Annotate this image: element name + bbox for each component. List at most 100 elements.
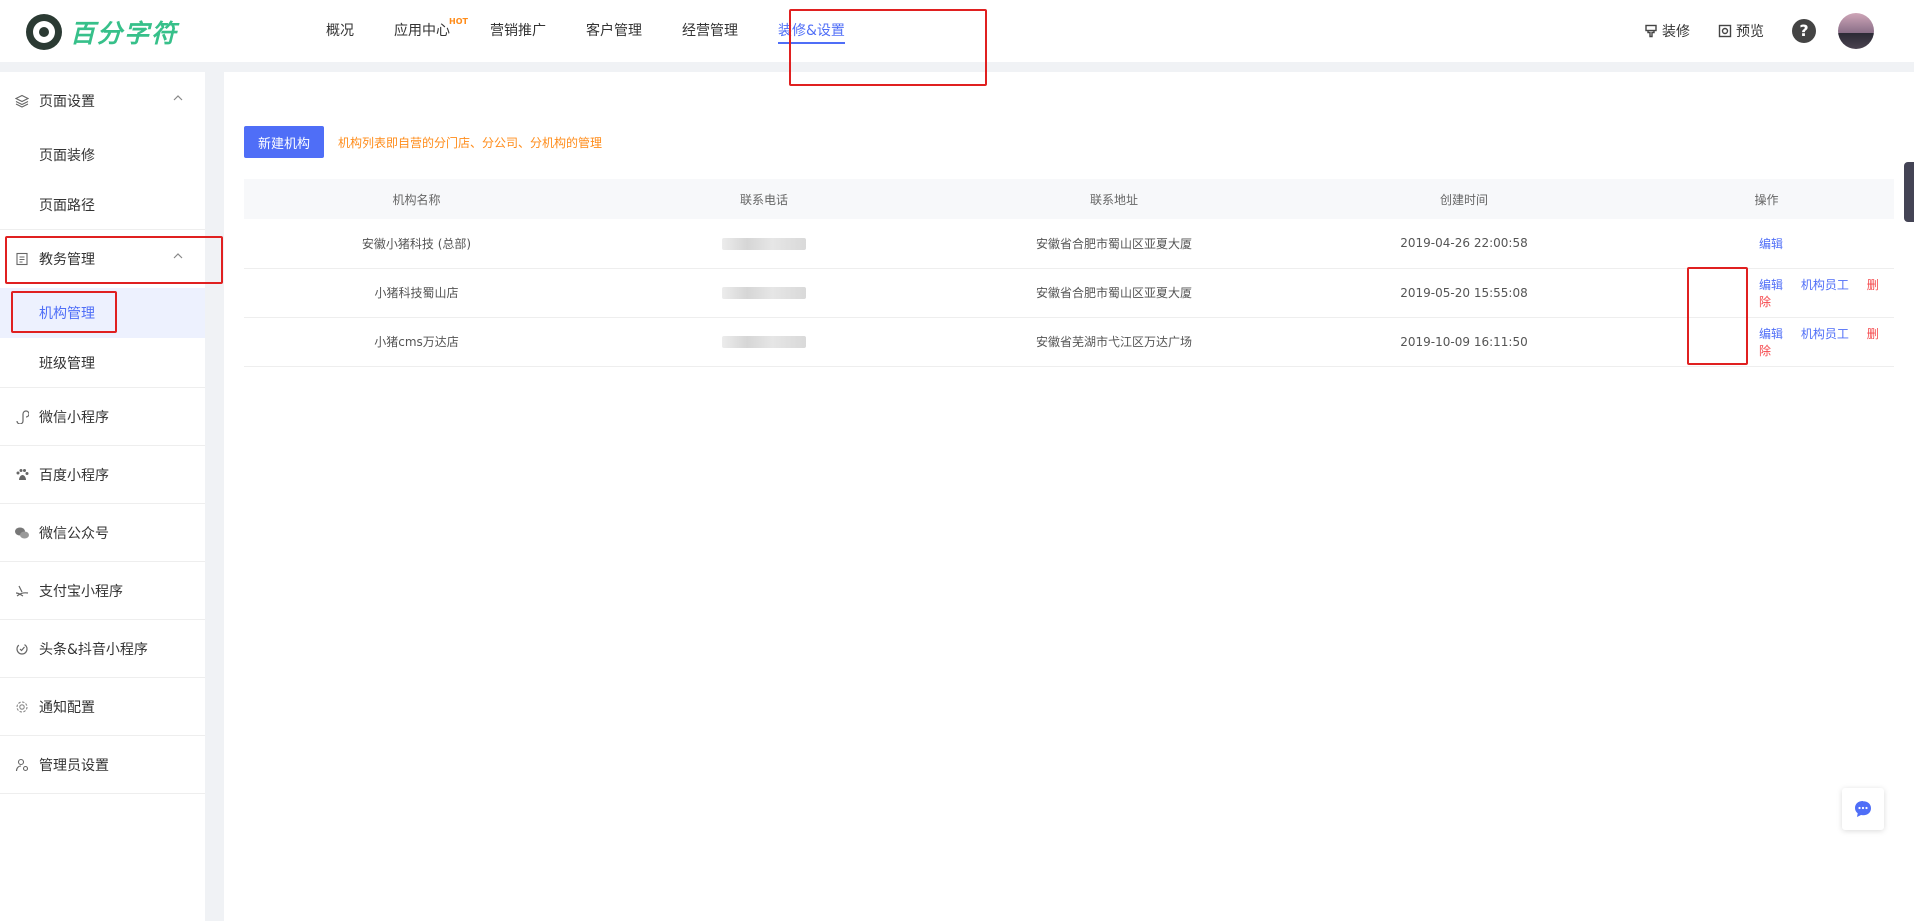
chevron-up-icon: [173, 253, 183, 259]
top-bar: 百分字符 概况 应用中心 HOT 营销推广 客户管理 经营管理 装修&设置 装修 …: [0, 0, 1914, 62]
document-icon: [14, 251, 30, 267]
nav-app-center[interactable]: 应用中心 HOT: [394, 0, 468, 62]
sidebar-item-class-management[interactable]: 班级管理: [0, 338, 205, 388]
edit-link[interactable]: 编辑: [1759, 278, 1783, 292]
cell-phone: [589, 268, 939, 318]
sidebar-group-baidu-miniprogram[interactable]: 百度小程序: [0, 446, 205, 504]
sidebar-group-label: 微信小程序: [39, 409, 109, 426]
cell-actions: 编辑: [1639, 219, 1894, 269]
chat-button[interactable]: [1842, 788, 1884, 830]
main-content: 新建机构 机构列表即自营的分门店、分公司、分机构的管理 机构名称 联系电话 联系…: [224, 72, 1914, 921]
cell-created: 2019-05-20 15:55:08: [1289, 268, 1639, 318]
redacted-phone: [722, 237, 806, 250]
nav-overview[interactable]: 概况: [326, 0, 354, 62]
wechat-icon: [14, 525, 30, 541]
sidebar-group-page-settings[interactable]: 页面设置: [0, 72, 205, 130]
nav-label: 经营管理: [682, 23, 738, 39]
cell-name: 安徽小猪科技 (总部): [244, 219, 589, 269]
sidebar-group-label: 头条&抖音小程序: [39, 641, 148, 658]
col-address: 联系地址: [939, 179, 1289, 219]
col-phone: 联系电话: [589, 179, 939, 219]
layers-icon: [14, 93, 30, 109]
logo[interactable]: 百分字符: [26, 14, 178, 50]
sidebar-item-label: 页面路径: [39, 197, 95, 214]
sidebar-group-label: 百度小程序: [39, 467, 109, 484]
sidebar-item-page-path[interactable]: 页面路径: [0, 180, 205, 230]
preview-icon: [1718, 24, 1732, 38]
alipay-icon: [14, 583, 30, 599]
sidebar-group-toutiao-douyin[interactable]: 头条&抖音小程序: [0, 620, 205, 678]
cell-address: 安徽省合肥市蜀山区亚夏大厦: [939, 219, 1289, 269]
cell-actions: 编辑 机构员工 删除: [1639, 268, 1894, 318]
cell-created: 2019-10-09 16:11:50: [1289, 317, 1639, 367]
sidebar-group-wechat-miniprogram[interactable]: 微信小程序: [0, 388, 205, 446]
edit-link[interactable]: 编辑: [1759, 327, 1783, 341]
sidebar-group-label: 支付宝小程序: [39, 583, 123, 600]
edit-link[interactable]: 编辑: [1759, 237, 1783, 251]
nav-label: 概况: [326, 23, 354, 39]
sidebar-item-label: 页面装修: [39, 148, 95, 164]
new-institution-button[interactable]: 新建机构: [244, 126, 324, 158]
cell-actions: 编辑 机构员工 删除: [1639, 317, 1894, 367]
decorate-link[interactable]: 装修: [1644, 21, 1690, 41]
col-created: 创建时间: [1289, 179, 1639, 219]
cell-address: 安徽省芜湖市弋江区万达广场: [939, 317, 1289, 367]
staff-link[interactable]: 机构员工: [1801, 327, 1849, 341]
help-icon[interactable]: ?: [1792, 19, 1816, 43]
nav-marketing[interactable]: 营销推广: [490, 0, 546, 62]
nav-label: 营销推广: [490, 23, 546, 39]
miniprogram-icon: [14, 409, 30, 425]
table-row: 安徽小猪科技 (总部) 安徽省合肥市蜀山区亚夏大厦 2019-04-26 22:…: [244, 219, 1894, 269]
logo-icon: [26, 14, 62, 50]
sidebar-group-label: 通知配置: [39, 699, 95, 716]
sidebar-group-label: 微信公众号: [39, 525, 109, 542]
staff-link[interactable]: 机构员工: [1801, 278, 1849, 292]
preview-label: 预览: [1736, 24, 1764, 40]
cell-address: 安徽省合肥市蜀山区亚夏大厦: [939, 268, 1289, 318]
toolbar: 新建机构 机构列表即自营的分门店、分公司、分机构的管理: [244, 126, 602, 158]
sidebar-item-label: 机构管理: [39, 306, 95, 322]
refresh-icon: [14, 641, 30, 657]
chevron-up-icon: [173, 95, 183, 101]
brand-name: 百分字符: [70, 19, 179, 48]
nav-label: 应用中心: [394, 23, 450, 39]
sidebar-item-institution-management[interactable]: 机构管理: [0, 288, 205, 338]
sidebar-group-label: 管理员设置: [39, 757, 109, 774]
side-handle[interactable]: [1904, 162, 1914, 222]
cell-created: 2019-04-26 22:00:58: [1289, 219, 1639, 269]
sidebar-group-alipay-miniprogram[interactable]: 支付宝小程序: [0, 562, 205, 620]
sidebar-item-page-decoration[interactable]: 页面装修: [0, 130, 205, 180]
cell-phone: [589, 219, 939, 269]
nav-label: 客户管理: [586, 23, 642, 39]
brush-icon: [1645, 24, 1657, 38]
redacted-phone: [722, 336, 806, 348]
sidebar-group-academic[interactable]: 教务管理: [0, 230, 205, 288]
sidebar-group-label: 页面设置: [39, 94, 95, 110]
cell-name: 小猪cms万达店: [244, 317, 589, 367]
preview-link[interactable]: 预览: [1718, 21, 1764, 41]
table-row: 小猪科技蜀山店 安徽省合肥市蜀山区亚夏大厦 2019-05-20 15:55:0…: [244, 268, 1894, 318]
toolbar-hint: 机构列表即自营的分门店、分公司、分机构的管理: [338, 135, 603, 150]
gear-icon: [14, 699, 30, 715]
avatar[interactable]: [1838, 13, 1874, 49]
nav-customers[interactable]: 客户管理: [586, 0, 642, 62]
redacted-phone: [722, 287, 806, 299]
nav-label: 装修&设置: [778, 23, 845, 39]
nav-operations[interactable]: 经营管理: [682, 0, 738, 62]
sidebar-group-label: 教务管理: [39, 252, 95, 268]
sidebar-item-label: 班级管理: [39, 355, 95, 372]
sidebar-group-admin-settings[interactable]: 管理员设置: [0, 736, 205, 794]
hot-badge: HOT: [449, 17, 468, 26]
user-settings-icon: [14, 757, 30, 773]
sidebar: 页面设置 页面装修 页面路径 教务管理 机构管理 班级管理 微信小程序 百度小程…: [0, 72, 205, 921]
cell-name: 小猪科技蜀山店: [244, 268, 589, 318]
decorate-label: 装修: [1662, 24, 1690, 40]
top-right-actions: 装修 预览 ?: [1644, 0, 1914, 62]
chat-icon: [1855, 801, 1871, 817]
nav-decoration-settings[interactable]: 装修&设置: [778, 0, 845, 62]
cell-phone: [589, 317, 939, 367]
sidebar-group-wechat-official[interactable]: 微信公众号: [0, 504, 205, 562]
main-nav: 概况 应用中心 HOT 营销推广 客户管理 经营管理 装修&设置: [326, 0, 885, 62]
paw-icon: [14, 467, 30, 483]
sidebar-group-notification[interactable]: 通知配置: [0, 678, 205, 736]
